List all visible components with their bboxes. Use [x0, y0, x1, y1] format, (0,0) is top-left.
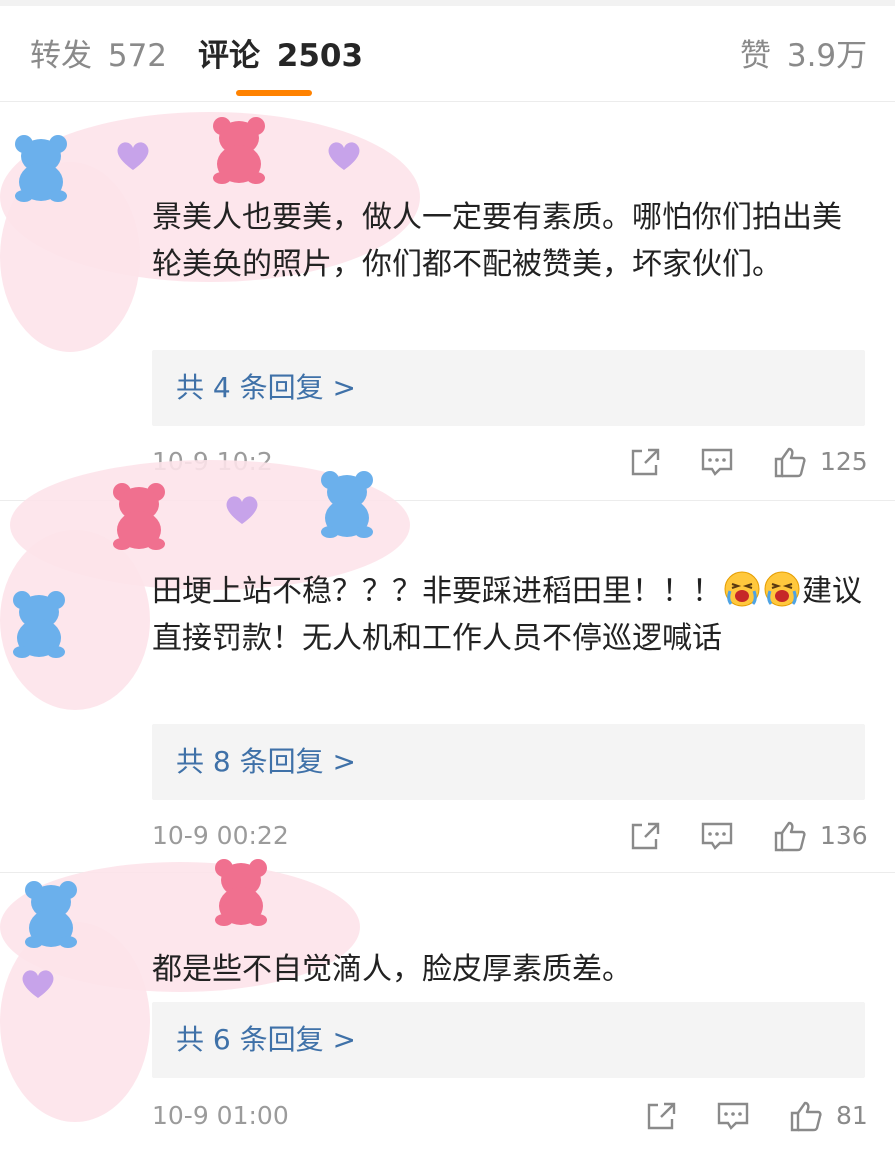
tab-likes[interactable]: 赞 3.9万 [740, 36, 867, 76]
repost-label: 转发 [30, 38, 92, 74]
bear-sticker-icon [113, 483, 165, 550]
comment-time: 10-9 00:22 [152, 821, 289, 850]
share-icon[interactable] [644, 1100, 678, 1132]
thumbs-up-icon[interactable] [789, 1100, 823, 1132]
bear-sticker-icon [13, 591, 65, 658]
like-count: 136 [820, 821, 868, 850]
repost-count: 572 [107, 38, 168, 74]
active-tab-indicator [236, 90, 312, 96]
bear-sticker-icon [321, 471, 373, 538]
comment-item: 景美人也要美，做人一定要有素质。哪怕你们拍出美轮美奂的照片，你们都不配被赞美，坏… [0, 102, 895, 492]
crying-face-emoji-icon [764, 571, 800, 607]
comment-meta: 10-9 00:22 136 [0, 816, 895, 856]
thumbs-up-icon[interactable] [773, 820, 807, 852]
tab-comments[interactable]: 评论 2503 [198, 36, 363, 76]
avatar-blur [0, 922, 150, 1122]
heart-sticker-icon [22, 970, 54, 998]
comment-label: 评论 [198, 38, 260, 74]
bear-sticker-icon [213, 117, 265, 184]
comment-icon[interactable] [716, 1100, 750, 1132]
comment-item: 田埂上站不稳？？？非要踩进稻田里！！！ 建议直接罚款！无人机和工作人员不停巡逻喊话… [0, 460, 895, 880]
comment-text: 都是些不自觉滴人，脸皮厚素质差。 [152, 952, 632, 987]
comment-count: 2503 [276, 38, 364, 74]
comment-text: 田埂上站不稳？？？非要踩进稻田里！！！ 建议直接罚款！无人机和工作人员不停巡逻喊话 [152, 568, 864, 662]
bear-sticker-icon [15, 135, 67, 202]
view-replies-button[interactable]: 共 4 条回复 > [152, 350, 865, 426]
replies-link-text: 共 8 条回复 > [176, 745, 356, 778]
comment-item: 都是些不自觉滴人，脸皮厚素质差。 共 6 条回复 > 10-9 01:00 81 [0, 859, 895, 1150]
view-replies-button[interactable]: 共 6 条回复 > [152, 1002, 865, 1078]
heart-sticker-icon [328, 142, 360, 170]
tab-reposts[interactable]: 转发 572 [30, 36, 167, 76]
comment-time: 10-9 01:00 [152, 1101, 289, 1130]
bear-sticker-icon [25, 881, 77, 948]
share-icon[interactable] [628, 820, 662, 852]
crying-face-emoji-icon [724, 571, 760, 607]
heart-sticker-icon [226, 496, 258, 524]
comment-icon[interactable] [700, 820, 734, 852]
thumbs-up-icon[interactable] [773, 446, 807, 478]
like-count: 125 [820, 447, 868, 476]
comment-text: 景美人也要美，做人一定要有素质。哪怕你们拍出美轮美奂的照片，你们都不配被赞美，坏… [152, 200, 842, 282]
like-label: 赞 [740, 38, 771, 74]
share-icon[interactable] [628, 446, 662, 478]
view-replies-button[interactable]: 共 8 条回复 > [152, 724, 865, 800]
like-count: 3.9万 [786, 38, 868, 74]
comment-meta: 10-9 01:00 81 [0, 1096, 895, 1136]
comment-icon[interactable] [700, 446, 734, 478]
replies-link-text: 共 6 条回复 > [176, 1023, 356, 1056]
heart-sticker-icon [117, 142, 149, 170]
like-count: 81 [836, 1101, 868, 1130]
tab-bar: 转发 572 评论 2503 赞 3.9万 [0, 6, 895, 102]
replies-link-text: 共 4 条回复 > [176, 371, 356, 404]
bear-sticker-icon [215, 859, 267, 926]
